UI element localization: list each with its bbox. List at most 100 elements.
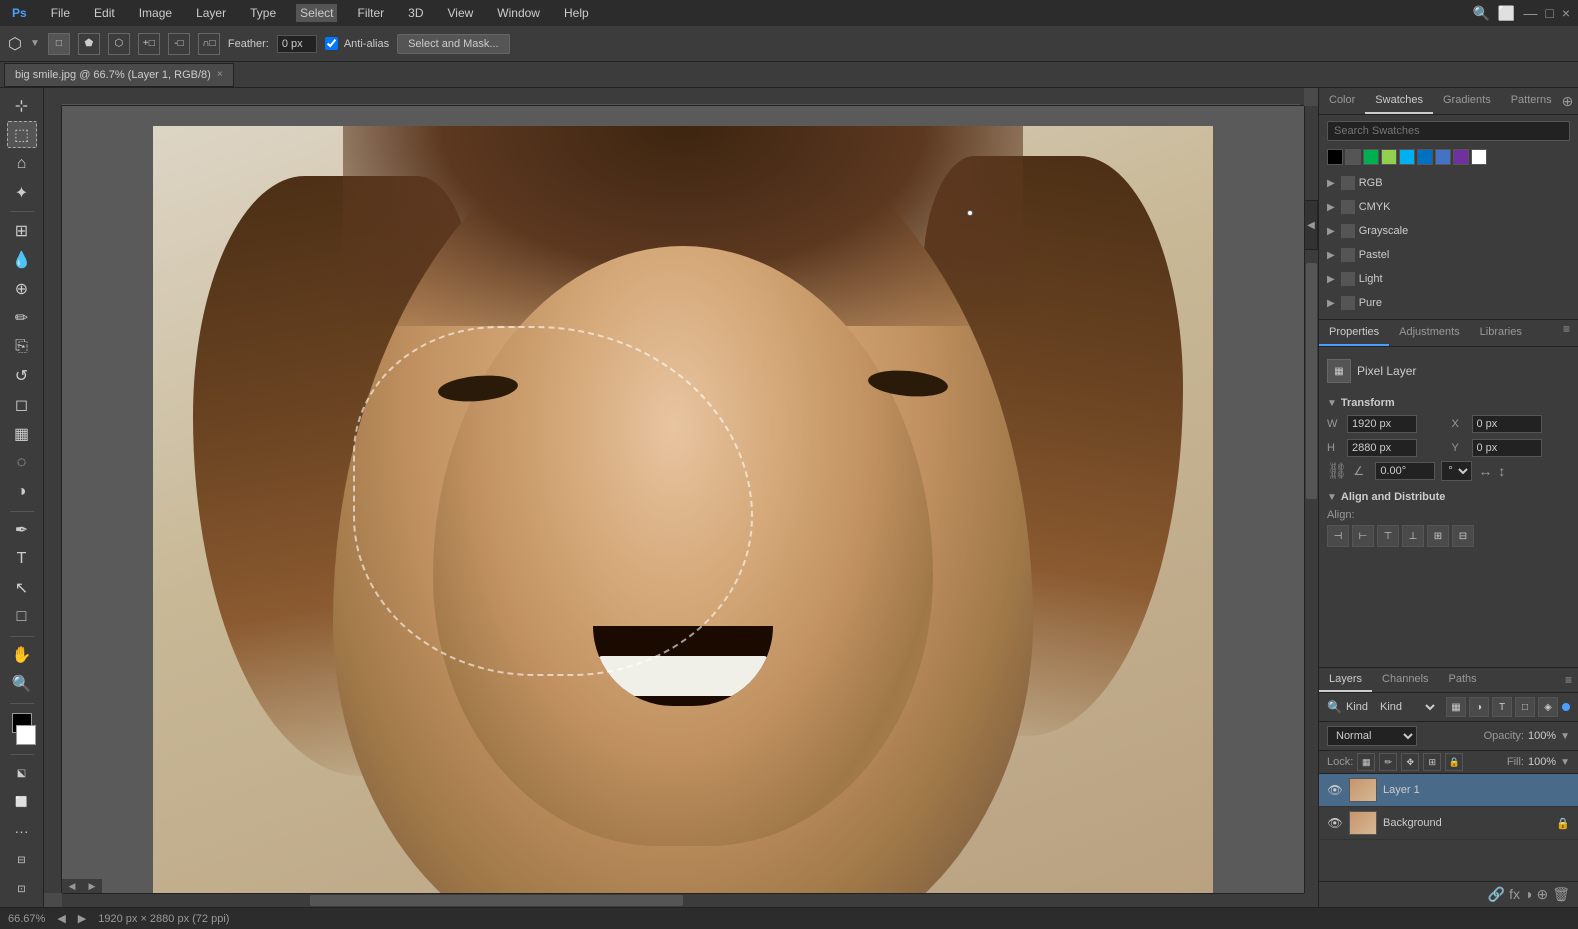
artboard-tool[interactable]: ⊟ [7, 847, 37, 874]
hand-tool[interactable]: ✋ [7, 642, 37, 669]
menu-window[interactable]: Window [493, 4, 544, 22]
align-right-btn[interactable]: ⊤ [1377, 525, 1399, 547]
delete-layer-icon[interactable]: 🗑 [1552, 886, 1570, 903]
menu-help[interactable]: Help [560, 4, 593, 22]
swatch-blue1[interactable] [1417, 149, 1433, 165]
stamp-tool[interactable]: ⎘ [7, 333, 37, 360]
tab-adjustments[interactable]: Adjustments [1389, 320, 1470, 346]
pen-tool[interactable]: ✒ [7, 517, 37, 544]
screen-mode-tool[interactable]: ⬜ [7, 789, 37, 816]
new-fill-layer-icon[interactable]: ◑ [1524, 886, 1532, 903]
opacity-value[interactable]: 100% [1528, 730, 1556, 742]
angle-select[interactable]: ° [1441, 461, 1472, 481]
x-input[interactable] [1472, 415, 1542, 433]
menu-layer[interactable]: Layer [192, 4, 230, 22]
menu-filter[interactable]: Filter [353, 4, 388, 22]
brush-tool[interactable]: ✏ [7, 304, 37, 331]
maximize-btn[interactable]: □ [1545, 5, 1553, 21]
panel-collapse-btn[interactable]: ◀ [1304, 200, 1318, 250]
canvas-nav-prev[interactable]: ◀ [62, 879, 82, 893]
menu-image[interactable]: Image [135, 4, 176, 22]
constrain-icon[interactable]: ⛓ [1327, 461, 1347, 481]
gradient-tool[interactable]: ▦ [7, 421, 37, 448]
move-tool[interactable]: ⊹ [7, 92, 37, 119]
background-color[interactable] [16, 725, 36, 745]
tab-libraries[interactable]: Libraries [1470, 320, 1532, 346]
angle-input[interactable] [1375, 462, 1435, 480]
crop-tool[interactable]: ⊞ [7, 217, 37, 244]
new-layer-icon[interactable]: ⊕ [1536, 886, 1548, 903]
y-input[interactable] [1472, 439, 1542, 457]
shape-tool[interactable]: □ [7, 604, 37, 631]
align-toggle[interactable]: ▼ [1327, 492, 1337, 503]
canvas-nav-next[interactable]: ▶ [82, 879, 102, 893]
eraser-tool[interactable]: ◻ [7, 392, 37, 419]
layer1-visibility-toggle[interactable]: 👁 [1327, 782, 1343, 798]
heal-tool[interactable]: ⊕ [7, 275, 37, 302]
swatch-purple[interactable] [1453, 149, 1469, 165]
freeform-select-icon[interactable]: ⬟ [78, 33, 100, 55]
filter-smart-icon[interactable]: ◈ [1538, 697, 1558, 717]
zoom-tool[interactable]: 🔍 [7, 671, 37, 698]
tab-gradients[interactable]: Gradients [1433, 88, 1501, 114]
swatch-group-pastel-header[interactable]: ▶ Pastel [1319, 245, 1578, 265]
filter-kind-select[interactable]: Kind [1372, 698, 1438, 716]
width-input[interactable] [1347, 415, 1417, 433]
blur-tool[interactable]: ◌ [7, 450, 37, 477]
fill-value[interactable]: 100% [1528, 756, 1556, 768]
tab-color[interactable]: Color [1319, 88, 1365, 114]
rect-select-icon[interactable]: □ [48, 33, 70, 55]
swatch-blue2[interactable] [1435, 149, 1451, 165]
magnetic-select-icon[interactable]: ⬡ [108, 33, 130, 55]
document-tab[interactable]: big smile.jpg @ 66.7% (Layer 1, RGB/8) × [4, 63, 234, 87]
tool-options-chevron[interactable]: ▼ [30, 38, 40, 49]
select-tool[interactable]: ⬚ [7, 121, 37, 148]
swatch-green1[interactable] [1363, 149, 1379, 165]
filter-shape-icon[interactable]: □ [1515, 697, 1535, 717]
history-tool[interactable]: ↺ [7, 363, 37, 390]
swatch-group-light-header[interactable]: ▶ Light [1319, 269, 1578, 289]
fill-dropdown-icon[interactable]: ▼ [1560, 757, 1570, 768]
lock-all-btn[interactable]: 🔒 [1445, 753, 1463, 771]
menu-3d[interactable]: 3D [404, 4, 427, 22]
close-btn[interactable]: × [1562, 5, 1570, 21]
swatch-group-grayscale-header[interactable]: ▶ Grayscale [1319, 221, 1578, 241]
minimize-btn[interactable]: — [1523, 5, 1537, 21]
filter-pixel-icon[interactable]: ▦ [1446, 697, 1466, 717]
swatch-black[interactable] [1327, 149, 1343, 165]
extras-tool[interactable]: ⊡ [7, 876, 37, 903]
align-top-btn[interactable]: ⊥ [1402, 525, 1424, 547]
layer-item-layer1[interactable]: 👁 Layer 1 [1319, 774, 1578, 807]
antialias-checkbox[interactable] [325, 37, 338, 50]
nav-prev-icon[interactable]: ◀ [57, 912, 65, 925]
height-input[interactable] [1347, 439, 1417, 457]
lock-pixels-btn[interactable]: ▦ [1357, 753, 1375, 771]
intersect-select-icon[interactable]: ∩□ [198, 33, 220, 55]
align-bottom-btn[interactable]: ⊟ [1452, 525, 1474, 547]
swatch-group-cmyk-header[interactable]: ▶ CMYK [1319, 197, 1578, 217]
flip-v-icon[interactable]: ↕ [1498, 463, 1505, 479]
new-group-icon[interactable]: ⊕ [1562, 93, 1574, 110]
dodge-tool[interactable]: ◑ [7, 479, 37, 506]
lock-draw-btn[interactable]: ✏ [1379, 753, 1397, 771]
add-select-icon[interactable]: +□ [138, 33, 160, 55]
align-center-h-btn[interactable]: ⊢ [1352, 525, 1374, 547]
blend-mode-select[interactable]: Normal [1327, 726, 1417, 746]
text-tool[interactable]: T [7, 546, 37, 573]
menu-type[interactable]: Type [246, 4, 280, 22]
feather-input[interactable] [277, 35, 317, 53]
transform-toggle[interactable]: ▼ [1327, 398, 1337, 409]
search-swatches-input[interactable] [1327, 121, 1570, 141]
menu-select[interactable]: Select [296, 4, 337, 22]
opacity-dropdown-icon[interactable]: ▼ [1560, 731, 1570, 742]
swatch-teal[interactable] [1399, 149, 1415, 165]
menu-ps[interactable]: Ps [8, 4, 31, 22]
menu-file[interactable]: File [47, 4, 74, 22]
menu-view[interactable]: View [444, 4, 478, 22]
subtract-select-icon[interactable]: -□ [168, 33, 190, 55]
background-visibility-toggle[interactable]: 👁 [1327, 815, 1343, 831]
quick-mask-tool[interactable]: ⬕ [7, 760, 37, 787]
swatch-group-pure-header[interactable]: ▶ Pure [1319, 293, 1578, 313]
magic-wand-tool[interactable]: ✦ [7, 179, 37, 206]
search-icon[interactable]: 🔍 [1472, 5, 1489, 22]
